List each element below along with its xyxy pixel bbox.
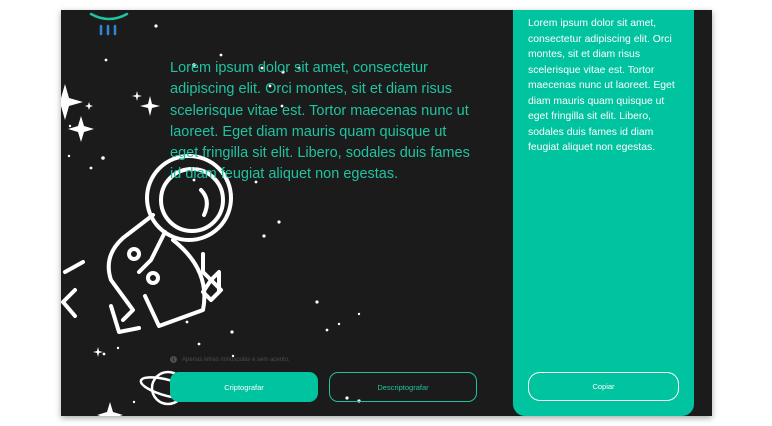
input-text[interactable]: Lorem ipsum dolor sit amet, consectetur … [170,58,475,186]
output-panel: Lorem ipsum dolor sit amet, consectetur … [513,10,694,416]
output-text: Lorem ipsum dolor sit amet, consectetur … [528,18,675,153]
sparkle-stars [61,84,160,416]
decrypt-button[interactable]: Descriptografar [329,372,477,402]
hint-text: Apenas letras minúsculas e sem acento. [182,356,290,363]
encrypt-button[interactable]: Criptografar [170,372,318,402]
ufo-icon [89,12,129,36]
info-icon: i [170,356,177,363]
app-window: Lorem ipsum dolor sit amet, consectetur … [61,10,712,416]
copy-button[interactable]: Copiar [528,372,679,401]
input-hint: i Apenas letras minúsculas e sem acento. [170,356,290,363]
